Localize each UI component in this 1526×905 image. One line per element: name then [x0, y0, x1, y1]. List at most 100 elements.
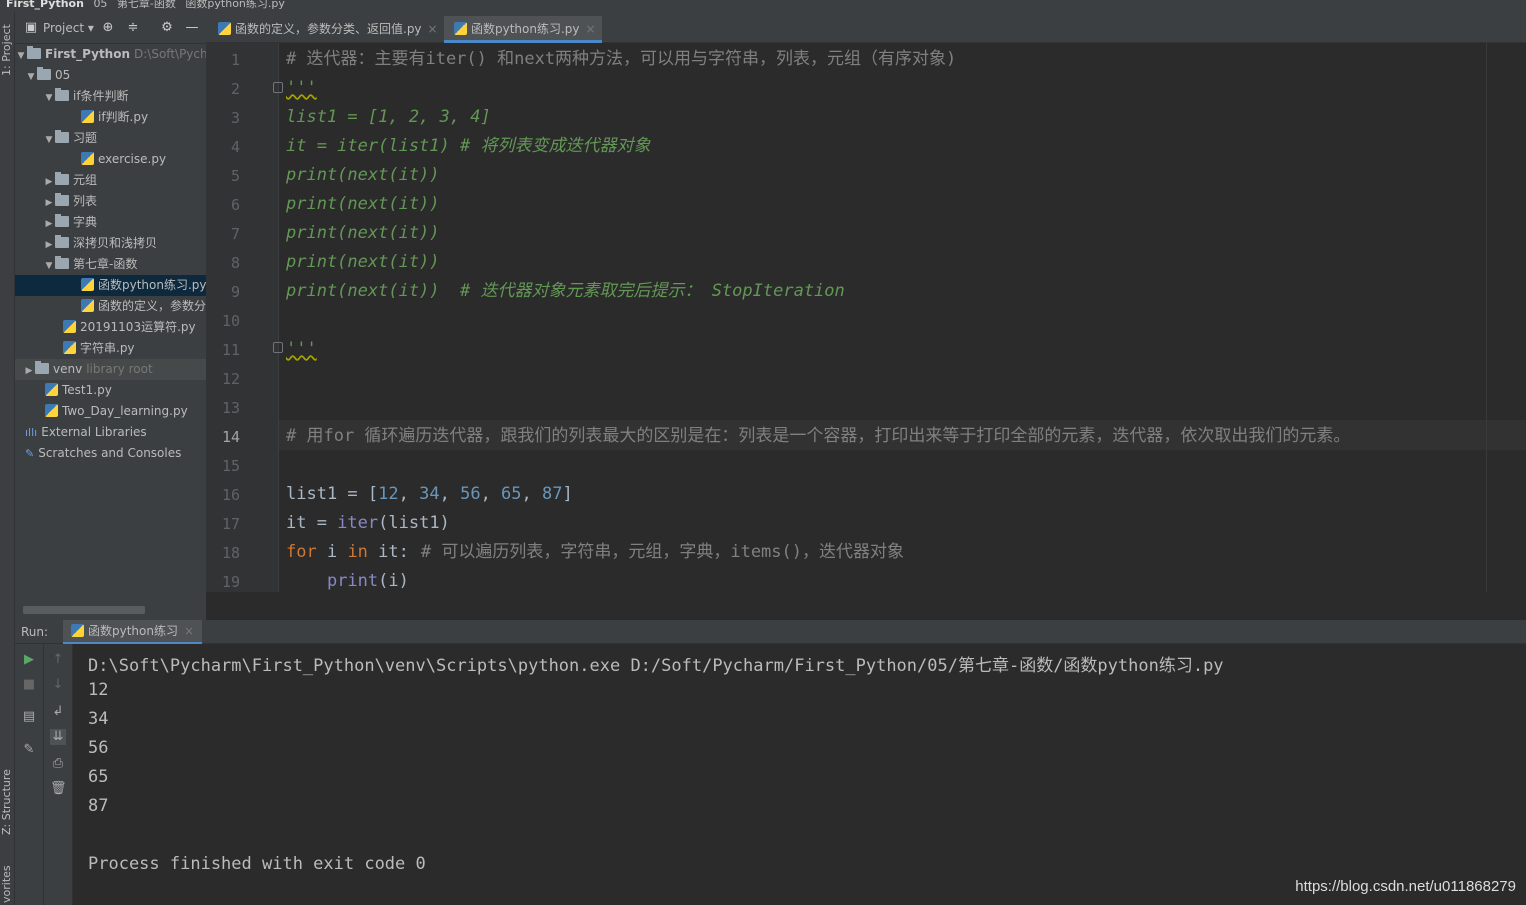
- down-arrow-icon[interactable]: ↓: [50, 677, 66, 693]
- breadcrumb-item[interactable]: 第七章-函数: [117, 0, 176, 10]
- tree-item-external-libraries[interactable]: ıllı External Libraries: [15, 422, 206, 443]
- tree-item-list-folder[interactable]: ▶ 列表: [15, 191, 206, 212]
- tree-item-label: Two_Day_learning.py: [62, 404, 188, 418]
- console-line: 12: [88, 680, 109, 700]
- tree-item-05[interactable]: ▼ 05: [15, 65, 206, 86]
- folder-icon: [55, 88, 69, 101]
- close-icon[interactable]: ×: [184, 624, 194, 638]
- close-icon[interactable]: ×: [586, 22, 596, 36]
- fold-marker-icon[interactable]: [273, 342, 283, 353]
- tree-item-function-definition-py[interactable]: 函数的定义，参数分: [15, 296, 206, 317]
- code-line[interactable]: # 迭代器：主要有iter() 和next两种方法，可以用与字符串，列表，元组（…: [286, 49, 956, 69]
- line-number: 6: [230, 196, 240, 214]
- tree-item-venv[interactable]: ▶ venv library root: [15, 359, 206, 380]
- tree-item-if-folder[interactable]: ▼ if条件判断: [15, 86, 206, 107]
- breadcrumb-item[interactable]: 05: [93, 0, 107, 10]
- code-number: 34: [419, 484, 440, 504]
- code-line[interactable]: print(next(it)): [286, 194, 440, 214]
- tab-function-practice[interactable]: 函数python练习.py ×: [444, 16, 602, 43]
- tree-item-operators-py[interactable]: 20191103运算符.py: [15, 317, 206, 338]
- gear-icon[interactable]: ⚙: [159, 20, 175, 36]
- code-line[interactable]: list1 = [12, 34, 56, 65, 87]: [286, 484, 573, 504]
- tree-item-exercises-folder[interactable]: ▼ 习题: [15, 128, 206, 149]
- code-line[interactable]: it = iter(list1) # 将列表变成迭代器对象: [286, 136, 650, 156]
- tab-label: 函数python练习.py: [471, 22, 580, 36]
- tree-item-if-py[interactable]: if判断.py: [15, 107, 206, 128]
- code-line[interactable]: print(next(it)) # 迭代器对象元素取完后提示： StopIter…: [286, 281, 845, 301]
- code-text: (list1): [378, 513, 450, 533]
- right-margin-guide: [1486, 43, 1487, 592]
- tree-item-chapter7-folder[interactable]: ▼ 第七章-函数: [15, 254, 206, 275]
- code-line[interactable]: print(next(it)): [286, 223, 440, 243]
- fold-marker-icon[interactable]: [273, 82, 283, 93]
- code-line[interactable]: it = iter(list1): [286, 513, 450, 533]
- project-view-selector[interactable]: Project ▾: [43, 21, 94, 35]
- expand-arrow-icon[interactable]: ▶: [43, 172, 55, 191]
- line-number: 11: [221, 341, 240, 359]
- line-number: 13: [221, 399, 240, 417]
- code-line[interactable]: list1 = [1, 2, 3, 4]: [286, 107, 491, 127]
- tree-item-label: 05: [55, 68, 71, 82]
- tree-item-label: 字符串.py: [80, 341, 135, 355]
- tree-item-string-py[interactable]: 字符串.py: [15, 338, 206, 359]
- tree-item-function-practice-py[interactable]: 函数python练习.py: [15, 275, 206, 296]
- tree-item-scratches[interactable]: ✎ Scratches and Consoles: [15, 443, 206, 464]
- code-text: it:: [367, 542, 409, 562]
- tree-item-exercise-py[interactable]: exercise.py: [15, 149, 206, 170]
- code-editor[interactable]: 1 2 3 4 5 6 7 8 9 10 11 12 13 14 15 16 1…: [206, 43, 1526, 592]
- code-line[interactable]: ''': [286, 78, 317, 98]
- tree-item-dict-folder[interactable]: ▶ 字典: [15, 212, 206, 233]
- code-line-current[interactable]: # 用for 循环遍历迭代器，跟我们的列表最大的区别是在：列表是一个容器，打印出…: [286, 426, 1350, 446]
- trash-icon[interactable]: 🗑: [50, 781, 67, 797]
- folder-icon: [55, 235, 69, 248]
- code-text: print(next(it)): [286, 281, 460, 301]
- run-toolbar: ▶ ■ ▤ ✎: [15, 644, 44, 905]
- tree-item-test1-py[interactable]: Test1.py: [15, 380, 206, 401]
- tab-function-definition[interactable]: 函数的定义，参数分类、返回值.py ×: [208, 16, 444, 43]
- watermark: https://blog.csdn.net/u011868279: [1295, 878, 1516, 895]
- expand-arrow-icon[interactable]: ▶: [23, 361, 35, 380]
- expand-arrow-icon[interactable]: ▶: [43, 214, 55, 233]
- collapse-all-icon[interactable]: ≑: [125, 20, 141, 36]
- expand-arrow-icon[interactable]: ▼: [43, 130, 55, 149]
- code-line[interactable]: for i in it: # 可以遍历列表，字符串，元组，字典，items()，迭…: [286, 542, 904, 562]
- expand-arrow-icon[interactable]: ▶: [43, 193, 55, 212]
- code-line[interactable]: ''': [286, 339, 317, 359]
- line-number: 19: [221, 573, 240, 591]
- up-arrow-icon[interactable]: ↑: [50, 652, 66, 668]
- pin-icon[interactable]: ✎: [21, 742, 37, 758]
- expand-arrow-icon[interactable]: ▼: [43, 88, 55, 107]
- layout-icon[interactable]: ▤: [21, 709, 37, 725]
- expand-arrow-icon[interactable]: ▼: [25, 67, 37, 86]
- project-tool-tab[interactable]: 1: Project: [0, 14, 15, 86]
- stop-icon[interactable]: ■: [21, 677, 37, 693]
- tree-item-two-day-learning-py[interactable]: Two_Day_learning.py: [15, 401, 206, 422]
- hide-icon[interactable]: —: [184, 20, 200, 36]
- expand-arrow-icon[interactable]: ▼: [43, 256, 55, 275]
- tree-item-first-python[interactable]: ▼ First_PythonD:\Soft\Pycharm: [15, 44, 206, 65]
- tree-item-copy-folder[interactable]: ▶ 深拷贝和浅拷贝: [15, 233, 206, 254]
- structure-tool-tab[interactable]: Z: Structure: [0, 762, 15, 842]
- line-number: 1: [230, 51, 240, 69]
- line-number: 7: [230, 225, 240, 243]
- folder-icon: [55, 214, 69, 227]
- code-number: 12: [378, 484, 399, 504]
- favorites-tool-tab[interactable]: vorites: [0, 864, 15, 905]
- print-icon[interactable]: ⎙: [50, 756, 66, 772]
- breadcrumb-project[interactable]: First_Python: [6, 0, 84, 10]
- breadcrumb-item[interactable]: 函数python练习.py: [185, 0, 284, 10]
- expand-arrow-icon[interactable]: ▼: [15, 46, 27, 65]
- horizontal-scrollbar[interactable]: [23, 606, 145, 614]
- run-tab[interactable]: 函数python练习 ×: [63, 620, 203, 644]
- code-line[interactable]: print(i): [286, 571, 409, 591]
- code-line[interactable]: print(next(it)): [286, 165, 440, 185]
- scroll-to-end-icon[interactable]: ⇊: [50, 729, 66, 745]
- close-icon[interactable]: ×: [428, 22, 438, 36]
- code-line[interactable]: print(next(it)): [286, 252, 440, 272]
- tree-item-tuple-folder[interactable]: ▶ 元组: [15, 170, 206, 191]
- soft-wrap-icon[interactable]: ↲: [50, 704, 66, 720]
- run-console[interactable]: D:\Soft\Pycharm\First_Python\venv\Script…: [73, 644, 1526, 905]
- expand-arrow-icon[interactable]: ▶: [43, 235, 55, 254]
- locate-icon[interactable]: ⊕: [100, 20, 116, 36]
- rerun-icon[interactable]: ▶: [21, 652, 37, 668]
